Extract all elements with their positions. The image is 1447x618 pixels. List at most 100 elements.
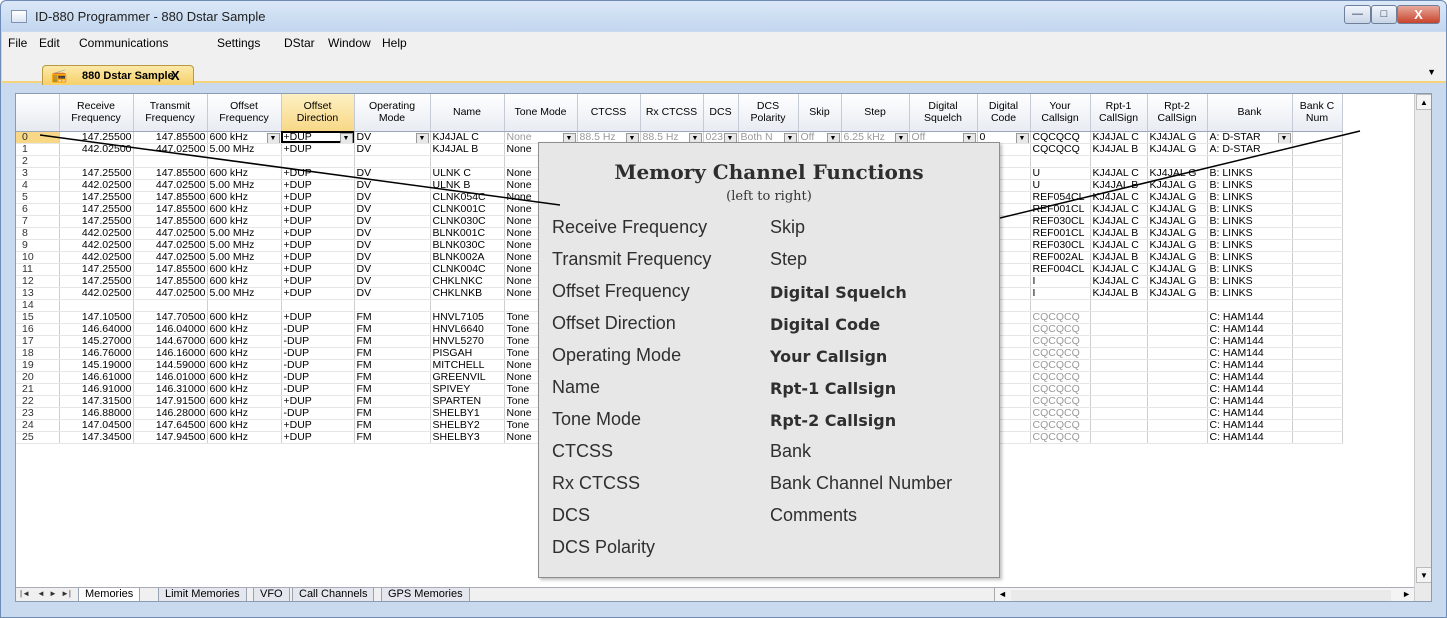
- table-cell[interactable]: DV: [354, 275, 431, 288]
- table-cell[interactable]: U: [1030, 179, 1091, 192]
- row-header[interactable]: 10: [16, 251, 60, 264]
- table-cell[interactable]: [1292, 215, 1343, 228]
- table-cell[interactable]: [1147, 371, 1208, 384]
- table-cell[interactable]: [1147, 431, 1208, 444]
- table-cell[interactable]: 146.31000: [133, 383, 208, 396]
- table-cell[interactable]: -DUP: [281, 371, 355, 384]
- table-cell[interactable]: [1090, 419, 1148, 432]
- table-cell[interactable]: 147.25500: [59, 191, 134, 204]
- table-cell[interactable]: B: LINKS: [1207, 251, 1293, 264]
- table-cell[interactable]: [1292, 191, 1343, 204]
- sheet-tab-limit-memories[interactable]: Limit Memories: [158, 588, 247, 601]
- table-cell[interactable]: C: HAM144: [1207, 419, 1293, 432]
- table-cell[interactable]: 147.25500: [59, 263, 134, 276]
- menu-edit[interactable]: Edit: [39, 36, 60, 50]
- table-cell[interactable]: BLNK001C: [430, 227, 505, 240]
- table-cell[interactable]: 147.25500: [59, 203, 134, 216]
- table-cell[interactable]: C: HAM144: [1207, 431, 1293, 444]
- table-cell[interactable]: REF004CL: [1030, 263, 1091, 276]
- table-cell[interactable]: DV: [354, 179, 431, 192]
- table-cell[interactable]: [1292, 335, 1343, 348]
- table-cell[interactable]: -DUP: [281, 383, 355, 396]
- vertical-scrollbar[interactable]: ▲ ▼: [1414, 94, 1431, 601]
- table-cell[interactable]: A: D-STAR: [1207, 131, 1293, 144]
- table-cell[interactable]: 600 kHz: [207, 407, 282, 420]
- table-cell[interactable]: 5.00 MHz: [207, 143, 282, 156]
- row-header[interactable]: 4: [16, 179, 60, 192]
- table-cell[interactable]: BLNK002A: [430, 251, 505, 264]
- table-cell[interactable]: +DUP: [281, 275, 355, 288]
- table-cell[interactable]: [1292, 167, 1343, 180]
- table-cell[interactable]: KJ4JAL C: [1090, 263, 1148, 276]
- scroll-down-icon[interactable]: ▼: [1416, 567, 1431, 583]
- column-header[interactable]: Bank: [1207, 94, 1293, 132]
- table-cell[interactable]: [1090, 155, 1148, 168]
- table-cell[interactable]: MITCHELL: [430, 359, 505, 372]
- table-cell[interactable]: [1207, 155, 1293, 168]
- table-cell[interactable]: 147.85500: [133, 191, 208, 204]
- sheet-tab-memories[interactable]: Memories: [78, 588, 141, 601]
- table-cell[interactable]: [1292, 383, 1343, 396]
- first-sheet-icon[interactable]: |◄: [20, 589, 30, 598]
- table-cell[interactable]: KJ4JAL B: [1090, 143, 1148, 156]
- table-cell[interactable]: FM: [354, 371, 431, 384]
- table-cell[interactable]: B: LINKS: [1207, 239, 1293, 252]
- table-cell[interactable]: 600 kHz: [207, 263, 282, 276]
- row-header[interactable]: 21: [16, 383, 60, 396]
- column-header[interactable]: Rx CTCSS: [640, 94, 704, 132]
- table-cell[interactable]: 147.31500: [59, 395, 134, 408]
- table-cell[interactable]: C: HAM144: [1207, 323, 1293, 336]
- table-cell[interactable]: [281, 155, 355, 168]
- table-cell[interactable]: REF002AL: [1030, 251, 1091, 264]
- table-cell[interactable]: KJ4JAL G: [1147, 215, 1208, 228]
- table-cell[interactable]: ULNK B: [430, 179, 505, 192]
- table-cell[interactable]: 147.10500: [59, 311, 134, 324]
- table-cell[interactable]: KJ4JAL C: [1090, 275, 1148, 288]
- table-cell[interactable]: [1147, 155, 1208, 168]
- close-button[interactable]: X: [1397, 5, 1440, 24]
- prev-sheet-icon[interactable]: ◄: [37, 589, 45, 598]
- column-header[interactable]: Skip: [798, 94, 842, 132]
- column-header[interactable]: Offset Frequency: [207, 94, 282, 132]
- table-cell[interactable]: 147.85500: [133, 167, 208, 180]
- table-cell[interactable]: SHELBY3: [430, 431, 505, 444]
- table-cell[interactable]: PISGAH: [430, 347, 505, 360]
- table-cell[interactable]: 442.02500: [59, 251, 134, 264]
- table-cell[interactable]: CQCQCQ: [1030, 359, 1091, 372]
- table-cell[interactable]: [1030, 299, 1091, 312]
- table-cell[interactable]: +DUP: [281, 227, 355, 240]
- row-header[interactable]: 22: [16, 395, 60, 408]
- table-cell[interactable]: [1147, 311, 1208, 324]
- table-cell[interactable]: 600 kHz: [207, 215, 282, 228]
- table-cell[interactable]: 600 kHz: [207, 311, 282, 324]
- table-cell[interactable]: 600 kHz: [207, 191, 282, 204]
- table-cell[interactable]: 147.85500: [133, 263, 208, 276]
- table-cell[interactable]: REF001CL: [1030, 203, 1091, 216]
- row-header[interactable]: 16: [16, 323, 60, 336]
- table-cell[interactable]: DV: [354, 143, 431, 156]
- table-cell[interactable]: -DUP: [281, 407, 355, 420]
- table-cell[interactable]: 144.67000: [133, 335, 208, 348]
- table-cell[interactable]: B: LINKS: [1207, 167, 1293, 180]
- table-cell[interactable]: +DUP: [281, 395, 355, 408]
- table-cell[interactable]: B: LINKS: [1207, 227, 1293, 240]
- table-cell[interactable]: [1090, 335, 1148, 348]
- table-cell[interactable]: 146.04000: [133, 323, 208, 336]
- table-cell[interactable]: C: HAM144: [1207, 407, 1293, 420]
- table-cell[interactable]: 447.02500: [133, 239, 208, 252]
- table-cell[interactable]: [1090, 347, 1148, 360]
- table-cell[interactable]: HNVL7105: [430, 311, 505, 324]
- table-cell[interactable]: [1292, 155, 1343, 168]
- column-header[interactable]: CTCSS: [577, 94, 641, 132]
- table-cell[interactable]: 600 kHz: [207, 335, 282, 348]
- table-cell[interactable]: 145.19000: [59, 359, 134, 372]
- row-header[interactable]: 17: [16, 335, 60, 348]
- table-cell[interactable]: [207, 299, 282, 312]
- table-cell[interactable]: SHELBY1: [430, 407, 505, 420]
- table-cell[interactable]: DV: [354, 263, 431, 276]
- table-cell[interactable]: FM: [354, 335, 431, 348]
- table-cell[interactable]: 600 kHz: [207, 131, 282, 144]
- table-cell[interactable]: FM: [354, 347, 431, 360]
- table-cell[interactable]: 146.64000: [59, 323, 134, 336]
- table-cell[interactable]: [1147, 419, 1208, 432]
